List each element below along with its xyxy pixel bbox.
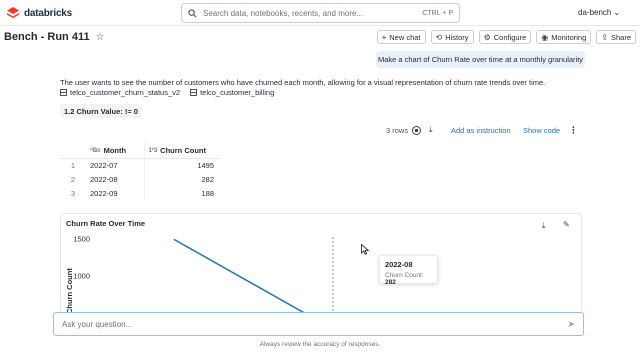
table-icon [190, 89, 198, 96]
table-ref[interactable]: telco_customer_billing [190, 88, 274, 97]
number-type-icon: 1²3 [148, 147, 158, 154]
cell-month: 2022-09 [90, 188, 118, 198]
history-button[interactable]: ⟲ History [430, 30, 474, 44]
table-row: 2 2022-08 282 [60, 172, 220, 186]
user-message: Make a chart of Churn Rate over time at … [376, 51, 585, 68]
disclaimer: Always review the accuracy of responses. [259, 341, 381, 348]
global-search[interactable]: Search data, notebooks, recents, and mor… [181, 3, 460, 23]
share-label: Share [610, 32, 631, 42]
index-header [60, 142, 86, 159]
share-icon: ⇪ [601, 32, 608, 42]
chart-card: Churn Rate Over Time ⤓ ✎ 1500 1000 Churn … [60, 213, 582, 323]
workspace-switcher[interactable]: da-bench ⌄ [578, 8, 620, 17]
column-header-label: Churn Count [160, 146, 206, 155]
chart-tooltip: 2022-08 Churn Count: 282 [379, 255, 438, 286]
page-title-text: Bench - Run 411 [4, 31, 90, 43]
filter-chip[interactable]: 1.2 Churn Value: != 0 [60, 104, 142, 118]
tooltip-value: 282 [385, 279, 396, 286]
search-shortcut: CTRL + P [422, 9, 453, 17]
column-header-churn-count[interactable]: 1²3 Churn Count [143, 142, 220, 159]
configure-label: Configure [493, 32, 527, 42]
column-header-label: Month [103, 146, 127, 155]
table-ref[interactable]: telco_customer_churn_status_v2 [60, 88, 180, 97]
eye-icon: ◉ [541, 32, 549, 42]
download-icon[interactable]: ⤓ [429, 125, 433, 135]
new-chat-label: New chat [389, 32, 421, 42]
configure-button[interactable]: ⚙ Configure [478, 30, 532, 44]
result-toolbar: 3 rows ⤓ Add as instruction Show code ⋮ [380, 123, 580, 137]
tooltip-label: Churn Count: [385, 272, 424, 279]
monitoring-label: Monitoring [551, 32, 587, 42]
cell-churn-count: 282 [143, 172, 220, 186]
cell-month: 2022-08 [90, 174, 118, 184]
rows-count: 3 rows [386, 125, 409, 135]
workspace-name: da-bench [578, 8, 612, 17]
row-index: 3 [70, 188, 76, 198]
chevron-down-icon: ⌄ [613, 8, 621, 17]
table-row: 1 2022-07 1495 [60, 158, 220, 172]
y-axis-label: Churn Count [65, 268, 74, 314]
tooltip-row: Churn Count: 282 [385, 272, 432, 286]
string-type-icon: ᴬBc [90, 147, 101, 154]
result-table: ᴬBc Month 1²3 Churn Count 1 2022-07 1495 2… [60, 142, 220, 200]
table-header-row: ᴬBc Month 1²3 Churn Count [60, 142, 220, 159]
table-icon [60, 89, 67, 96]
row-index: 1 [70, 160, 76, 170]
databricks-logo[interactable]: databricks [6, 6, 72, 20]
y-tick-label: 1500 [73, 235, 90, 244]
question-placeholder: Ask your question... [62, 319, 133, 329]
referenced-tables: telco_customer_churn_status_v2 telco_cus… [60, 88, 274, 97]
star-icon[interactable]: ☆ [96, 32, 105, 43]
logo-text: databricks [24, 7, 73, 19]
chart-plot[interactable]: 1500 1000 Churn Count [61, 214, 582, 323]
search-placeholder: Search data, notebooks, recents, and mor… [203, 8, 364, 18]
stop-icon[interactable] [412, 125, 421, 135]
column-header-month[interactable]: ᴬBc Month [86, 142, 144, 159]
more-options-icon[interactable]: ⋮ [569, 125, 578, 136]
monitoring-button[interactable]: ◉ Monitoring [536, 30, 592, 44]
table-ref-name: telco_customer_billing [200, 88, 275, 97]
top-bar: databricks Search data, notebooks, recen… [0, 0, 640, 26]
mouse-cursor-icon [361, 244, 369, 255]
history-icon: ⟲ [435, 32, 443, 42]
history-label: History [445, 32, 469, 42]
assistant-explanation: The user wants to see the number of cust… [60, 78, 546, 87]
new-chat-button[interactable]: + New chat [376, 30, 426, 44]
table-row: 3 2022-09 188 [60, 186, 220, 200]
plus-icon: + [381, 32, 387, 42]
cell-month: 2022-07 [90, 160, 118, 170]
share-button[interactable]: ⇪ Share [596, 30, 636, 44]
header-actions: + New chat ⟲ History ⚙ Configure ◉ Monitorin… [376, 30, 636, 44]
y-tick-label: 1000 [73, 272, 90, 281]
databricks-logo-icon [7, 7, 19, 19]
search-icon [188, 8, 197, 17]
table-ref-name: telco_customer_churn_status_v2 [70, 88, 181, 97]
show-code-link[interactable]: Show code [523, 126, 560, 135]
question-input[interactable]: Ask your question... ➤ [53, 312, 584, 336]
gear-icon: ⚙ [483, 32, 491, 42]
send-icon[interactable]: ➤ [567, 319, 575, 330]
row-index: 2 [70, 174, 76, 184]
cell-churn-count: 1495 [143, 158, 220, 172]
page-title: Bench - Run 411 ☆ [4, 31, 105, 43]
series-line-segment [173, 238, 322, 322]
add-as-instruction-link[interactable]: Add as instruction [451, 126, 511, 135]
tooltip-title: 2022-08 [385, 260, 413, 269]
cell-churn-count: 188 [143, 186, 220, 200]
